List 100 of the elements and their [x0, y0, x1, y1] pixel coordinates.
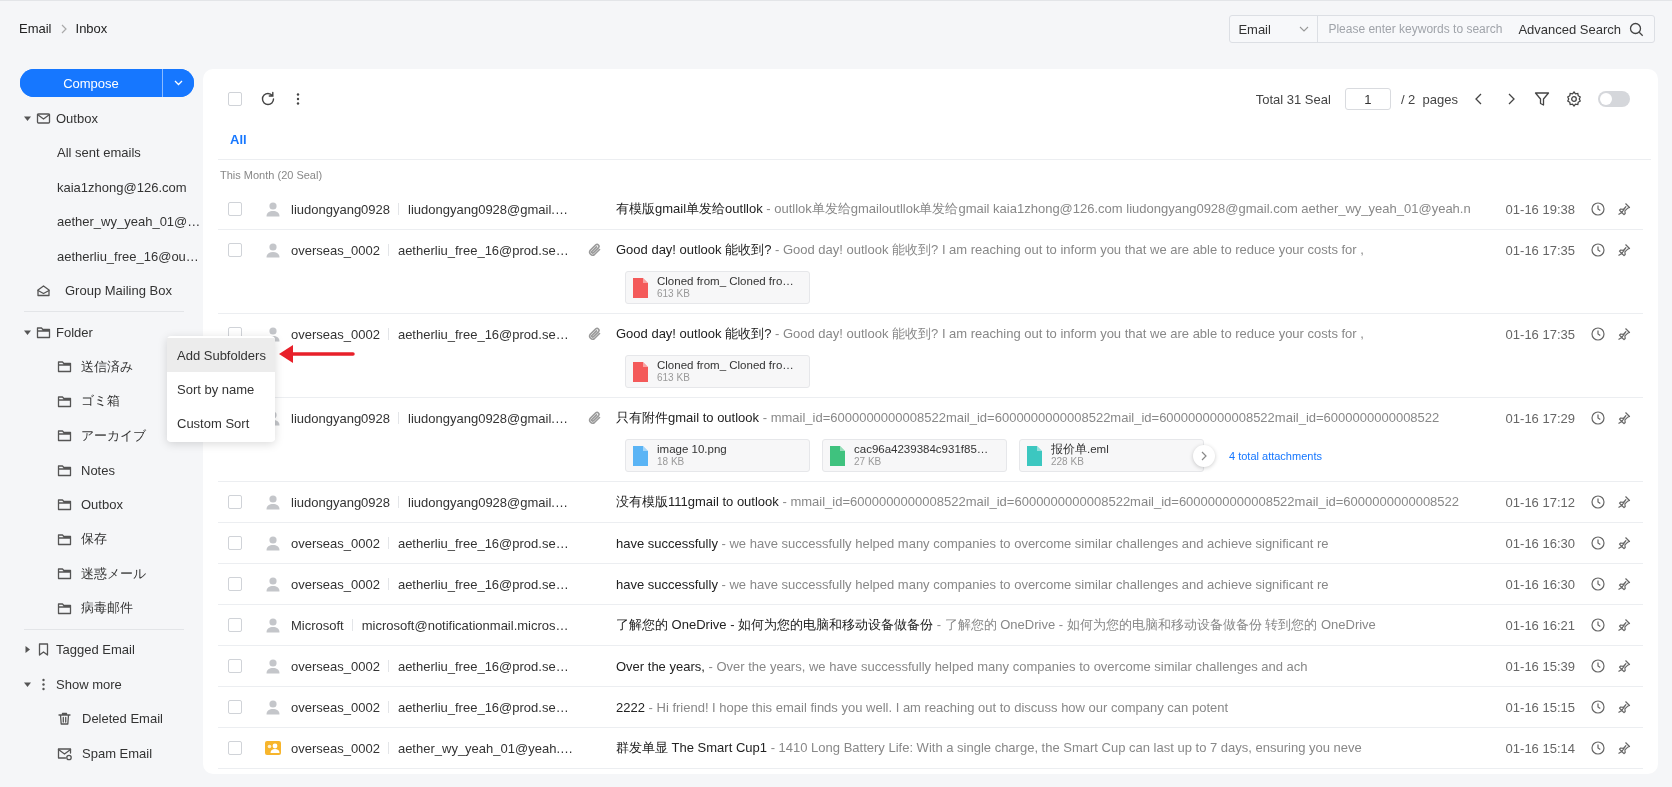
sidebar-item[interactable]: aetherliu_free_16@ou…: [57, 248, 199, 264]
sidebar-item[interactable]: aether_wy_yeah_01@…: [57, 214, 201, 230]
caret-icon: [174, 80, 183, 86]
mail-subject[interactable]: Good day! outlook 能收到? - Good day! outlook 能收到? I am reaching out to inform you that we are able to reduce your costs for ,: [616, 241, 1506, 259]
compose-menu-button[interactable]: [162, 69, 194, 97]
sidebar-item[interactable]: All sent emails: [57, 145, 141, 161]
row-checkbox[interactable]: [228, 659, 242, 673]
select-all-checkbox[interactable]: [228, 92, 242, 106]
sidebar-item[interactable]: Spam Email: [82, 745, 153, 761]
pin-icon[interactable]: [1617, 659, 1631, 673]
search-icon: [1629, 21, 1644, 37]
bookmark-icon: [36, 642, 51, 658]
menu-item[interactable]: Sort by name: [167, 372, 275, 406]
sender-name: liudongyang0928: [291, 410, 391, 426]
sidebar-item[interactable]: ゴミ箱: [81, 392, 120, 411]
pin-icon[interactable]: [1617, 411, 1631, 425]
sidebar-item[interactable]: Tagged Email: [56, 642, 135, 658]
sidebar-item[interactable]: Outbox: [81, 497, 123, 513]
row-checkbox[interactable]: [228, 536, 242, 550]
clock-icon[interactable]: [1591, 327, 1605, 341]
attachment-card[interactable]: 报价单.eml 228 KB: [1019, 439, 1204, 472]
clock-icon[interactable]: [1591, 659, 1605, 673]
next-page-icon[interactable]: [1506, 93, 1516, 105]
pin-icon[interactable]: [1617, 577, 1631, 591]
mail-subject[interactable]: 群发单显 The Smart Cup1 - 1410 Long Battery Life: With a single charge, the Smart Cup can last up to 7 days, ensuring you neve: [616, 739, 1506, 757]
pin-icon[interactable]: [1617, 700, 1631, 714]
sidebar-item[interactable]: Show more: [56, 676, 122, 692]
mail-subject[interactable]: 有模版gmail单发给outllok - outllok单发给gmailoutllok单发给gmail kaia1zhong@126.com liudongyang0928@gmail.com aether_wy_yeah_01@yeah.n: [616, 200, 1506, 218]
clock-icon[interactable]: [1591, 577, 1605, 591]
sidebar-item[interactable]: 送信済み: [81, 357, 133, 376]
sidebar-item[interactable]: Outbox: [56, 110, 98, 126]
row-checkbox[interactable]: [228, 700, 242, 714]
clock-icon[interactable]: [1591, 536, 1605, 550]
advanced-search-button[interactable]: Advanced Search: [1518, 16, 1654, 42]
clock-icon[interactable]: [1591, 411, 1605, 425]
pin-icon[interactable]: [1617, 243, 1631, 257]
sidebar-item[interactable]: Notes: [81, 462, 115, 478]
mail-subject[interactable]: have successfully - we have successfully helped many companies to overcome similar challenges and achieve significant re: [616, 535, 1506, 551]
sidebar-item[interactable]: アーカイブ: [81, 426, 146, 445]
scope-dropdown[interactable]: Email: [1230, 16, 1319, 42]
pin-icon[interactable]: [1617, 741, 1631, 755]
mail-subject[interactable]: 2222 - Hi friend! I hope this email finds you well. I am reaching out to discuss how our company can potent: [616, 699, 1506, 715]
clock-icon[interactable]: [1591, 202, 1605, 216]
mail-time: 01-16 16:21: [1505, 617, 1575, 633]
pin-icon[interactable]: [1617, 618, 1631, 632]
row-checkbox[interactable]: [228, 618, 242, 632]
mail-time: 01-16 15:15: [1505, 699, 1575, 715]
row-checkbox[interactable]: [228, 741, 242, 755]
mail-subject[interactable]: 没有模版111gmail to outlook - mmail_id=6000000000008522mail_id=6000000000008522mail_id=6000000000008522mail_id=6000000000008522: [616, 493, 1506, 511]
sidebar-item[interactable]: kaia1zhong@126.com: [57, 179, 187, 195]
sidebar-item[interactable]: 迷惑メール: [81, 564, 146, 583]
clock-icon[interactable]: [1591, 243, 1605, 257]
sidebar-item[interactable]: Group Mailing Box: [65, 283, 172, 299]
attachment-size: 18 KB: [657, 456, 686, 468]
clock-icon[interactable]: [1591, 495, 1605, 509]
sidebar-item[interactable]: Folder: [56, 324, 93, 340]
row-checkbox[interactable]: [228, 202, 242, 216]
row-checkbox[interactable]: [228, 495, 242, 509]
menu-item[interactable]: Add Subfolders: [167, 338, 275, 372]
pin-icon[interactable]: [1617, 202, 1631, 216]
file-icon: [1026, 445, 1042, 466]
pin-icon[interactable]: [1617, 536, 1631, 550]
menu-item[interactable]: Custom Sort: [167, 406, 275, 440]
breadcrumb-item[interactable]: Inbox: [75, 21, 108, 36]
attachment-card[interactable]: Cloned from_ Cloned fro… 613 KB: [625, 271, 810, 304]
attachments-link[interactable]: 4 total attachments: [1229, 449, 1322, 462]
filter-icon[interactable]: [1534, 91, 1550, 107]
breadcrumb-item[interactable]: Email: [19, 21, 52, 36]
sender-email: aetherliu_free_16@prod.se…: [397, 576, 569, 592]
previous-page-icon[interactable]: [1474, 93, 1484, 105]
sidebar-item[interactable]: Deleted Email: [82, 711, 163, 727]
tab[interactable]: All: [230, 131, 247, 147]
row-checkbox[interactable]: [228, 243, 242, 257]
pin-icon[interactable]: [1617, 495, 1631, 509]
folder-icon: [57, 566, 72, 582]
sidebar-item[interactable]: 保存: [81, 530, 107, 549]
attachment-name: Cloned from_ Cloned fro…: [657, 359, 794, 372]
mail-subject[interactable]: 了解您的 OneDrive - 如何为您的电脑和移动设备做备份 - 了解您的 OneDrive - 如何为您的电脑和移动设备做备份 转到您的 OneDrive: [616, 616, 1506, 634]
attachment-card[interactable]: image 10.png 18 KB: [625, 439, 810, 472]
search-field[interactable]: Please enter keywords to search: [1318, 22, 1519, 36]
clock-icon[interactable]: [1591, 618, 1605, 632]
clock-icon[interactable]: [1591, 700, 1605, 714]
attachment-card[interactable]: Cloned from_ Cloned fro… 613 KB: [625, 355, 810, 388]
clock-icon[interactable]: [1591, 741, 1605, 755]
settings-icon[interactable]: [1566, 91, 1582, 107]
page-field[interactable]: 1: [1344, 88, 1391, 110]
chevron-icon: [59, 23, 68, 34]
mail-time: 01-16 15:14: [1505, 740, 1575, 756]
sidebar-item[interactable]: 病毒邮件: [81, 599, 133, 618]
pin-icon[interactable]: [1617, 327, 1631, 341]
mail-subject[interactable]: Over the years, - Over the years, we have successfully helped many companies to overcome similar challenges and ach: [616, 658, 1506, 674]
attachment-name: image 10.png: [657, 443, 727, 456]
person-icon: [265, 576, 281, 592]
toggle-switch[interactable]: [1598, 91, 1630, 107]
mail-subject[interactable]: Good day! outlook 能收到? - Good day! outlook 能收到? I am reaching out to inform you that we are able to reduce your costs for ,: [616, 325, 1506, 343]
row-checkbox[interactable]: [228, 577, 242, 591]
refresh-icon[interactable]: [260, 91, 276, 107]
attachment-card[interactable]: cac96a4239384c931f85… 27 KB: [822, 439, 1007, 472]
mail-subject[interactable]: 只有附件gmail to outlook - mmail_id=6000000000008522mail_id=6000000000008522mail_id=6000000000008522mail_id=6000000000008522: [616, 409, 1506, 427]
mail-subject[interactable]: have successfully - we have successfully helped many companies to overcome similar challenges and achieve significant re: [616, 576, 1506, 592]
